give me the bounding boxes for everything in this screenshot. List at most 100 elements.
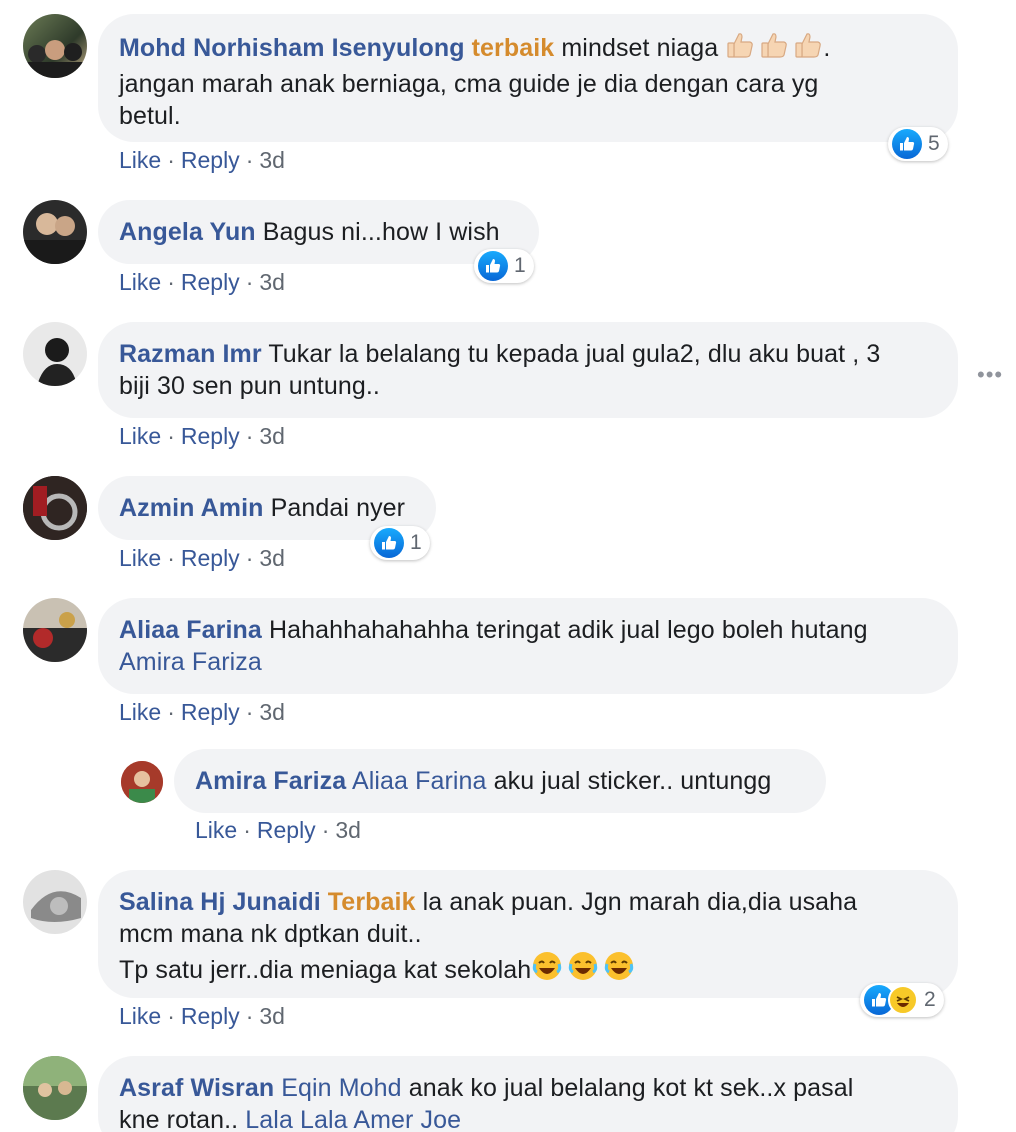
separator-dot: · xyxy=(167,545,175,571)
comment-actions: Like · Reply · 3d xyxy=(119,422,285,450)
reaction-summary[interactable]: 5 xyxy=(888,127,948,161)
comment-text-line: betul. xyxy=(119,102,181,130)
reaction-count: 1 xyxy=(410,531,422,554)
comment-timestamp[interactable]: 3d xyxy=(259,147,285,173)
avatar-image xyxy=(23,40,87,78)
like-icon xyxy=(478,251,508,281)
like-link[interactable]: Like xyxy=(119,269,161,295)
avatar[interactable] xyxy=(23,870,87,934)
separator-dot: · xyxy=(245,1003,254,1029)
reply-link[interactable]: Reply xyxy=(181,269,240,295)
separator-dot: · xyxy=(245,147,254,173)
mention-link[interactable]: Lala Lala Amer Joe xyxy=(245,1106,461,1132)
comment-actions: Like · Reply · 3d xyxy=(119,698,285,726)
like-icon xyxy=(374,528,404,558)
reply-link[interactable]: Reply xyxy=(181,1003,240,1029)
like-link[interactable]: Like xyxy=(119,423,161,449)
comment-author[interactable]: Salina Hj Junaidi xyxy=(119,888,321,916)
reaction-summary[interactable]: 1 xyxy=(370,526,430,560)
comment-author[interactable]: Razman Imr xyxy=(119,340,262,368)
reaction-summary[interactable]: 2 xyxy=(860,983,944,1017)
reply-link[interactable]: Reply xyxy=(181,699,240,725)
reply-link[interactable]: Reply xyxy=(181,545,240,571)
comment-actions: Like · Reply · 3d xyxy=(119,544,285,572)
mention-link[interactable]: Aliaa Farina xyxy=(352,767,487,795)
avatar[interactable] xyxy=(23,598,87,662)
comment-timestamp[interactable]: 3d xyxy=(335,817,361,843)
comment-bubble: Aliaa Farina Hahahhahahahha teringat adi… xyxy=(98,598,958,694)
comment-author[interactable]: Aliaa Farina xyxy=(119,616,262,644)
avatar[interactable] xyxy=(23,200,87,264)
comment-text-end: . xyxy=(823,34,831,62)
separator-dot: · xyxy=(245,699,254,725)
like-link[interactable]: Like xyxy=(119,699,161,725)
separator-dot: · xyxy=(167,147,175,173)
comment-bubble: Asraf Wisran Eqin Mohd anak ko jual bela… xyxy=(98,1056,958,1132)
avatar[interactable] xyxy=(121,761,163,803)
like-link[interactable]: Like xyxy=(195,817,237,843)
separator-dot: · xyxy=(245,423,254,449)
avatar-image xyxy=(23,213,87,264)
avatar-image xyxy=(23,1056,87,1120)
more-options-icon[interactable]: ••• xyxy=(977,362,1003,388)
avatar[interactable] xyxy=(23,14,87,78)
reaction-count: 5 xyxy=(928,132,940,155)
comment-text-line: mcm mana nk dptkan duit.. xyxy=(119,920,422,948)
reaction-count: 2 xyxy=(924,988,936,1011)
laughing-emoji-icon xyxy=(567,950,599,990)
avatar-image xyxy=(31,891,81,922)
reaction-summary[interactable]: 1 xyxy=(474,249,534,283)
separator-dot: · xyxy=(245,269,254,295)
separator-dot: · xyxy=(243,817,251,843)
comment-author[interactable]: Asraf Wisran xyxy=(119,1074,274,1102)
thumbs-up-emoji-icon xyxy=(725,30,755,68)
comment-author[interactable]: Amira Fariza xyxy=(195,767,346,795)
comment-text: mindset niaga xyxy=(554,34,726,62)
like-link[interactable]: Like xyxy=(119,147,161,173)
comment-actions: Like · Reply · 3d xyxy=(119,1002,285,1030)
avatar[interactable] xyxy=(23,322,87,386)
comment-bubble: Angela Yun Bagus ni...how I wish xyxy=(98,200,539,264)
separator-dot: · xyxy=(167,699,175,725)
avatar[interactable] xyxy=(23,476,87,540)
comment-bubble: Mohd Norhisham Isenyulong terbaik mindse… xyxy=(98,14,958,142)
like-link[interactable]: Like xyxy=(119,1003,161,1029)
comment-bubble: Amira Fariza Aliaa Farina aku jual stick… xyxy=(174,749,826,813)
comment-bubble: Salina Hj Junaidi Terbaik la anak puan. … xyxy=(98,870,958,998)
comment-text: aku jual sticker.. untungg xyxy=(493,767,772,795)
separator-dot: · xyxy=(245,545,254,571)
comment-author[interactable]: Angela Yun xyxy=(119,218,256,246)
highlight-word: Terbaik xyxy=(327,888,416,916)
thumbs-up-emoji-icon xyxy=(759,30,789,68)
comment-text: Hahahhahahahha teringat adik jual lego b… xyxy=(268,616,868,644)
comment-timestamp[interactable]: 3d xyxy=(259,423,285,449)
reply-link[interactable]: Reply xyxy=(181,147,240,173)
comment-author[interactable]: Azmin Amin xyxy=(119,494,264,522)
comment-actions: Like · Reply · 3d xyxy=(195,816,361,844)
like-icon xyxy=(892,129,922,159)
comment-timestamp[interactable]: 3d xyxy=(259,545,285,571)
mention-link[interactable]: Eqin Mohd xyxy=(281,1074,401,1102)
reply-link[interactable]: Reply xyxy=(181,423,240,449)
avatar[interactable] xyxy=(23,1056,87,1120)
separator-dot: · xyxy=(167,1003,175,1029)
comment-text: la anak puan. Jgn marah dia,dia usaha xyxy=(415,888,858,916)
avatar-image xyxy=(37,338,77,386)
reply-link[interactable]: Reply xyxy=(257,817,316,843)
comment-timestamp[interactable]: 3d xyxy=(259,1003,285,1029)
like-link[interactable]: Like xyxy=(119,545,161,571)
comment-text-line: Tp satu jerr..dia meniaga kat sekolah xyxy=(119,956,532,984)
separator-dot: · xyxy=(321,817,330,843)
separator-dot: · xyxy=(167,269,175,295)
comment-text: Bagus ni...how I wish xyxy=(262,218,500,246)
avatar-image xyxy=(23,476,87,540)
comment-timestamp[interactable]: 3d xyxy=(259,269,285,295)
comment-text: Tukar la belalang tu kepada jual gula2, … xyxy=(268,340,881,368)
comment-author[interactable]: Mohd Norhisham Isenyulong xyxy=(119,34,465,62)
comment-actions: Like · Reply · 3d xyxy=(119,268,285,296)
comment-timestamp[interactable]: 3d xyxy=(259,699,285,725)
mention-link[interactable]: Amira Fariza xyxy=(119,648,262,676)
avatar-image xyxy=(121,761,163,803)
separator-dot: · xyxy=(167,423,175,449)
comment-bubble: Razman Imr Tukar la belalang tu kepada j… xyxy=(98,322,958,418)
